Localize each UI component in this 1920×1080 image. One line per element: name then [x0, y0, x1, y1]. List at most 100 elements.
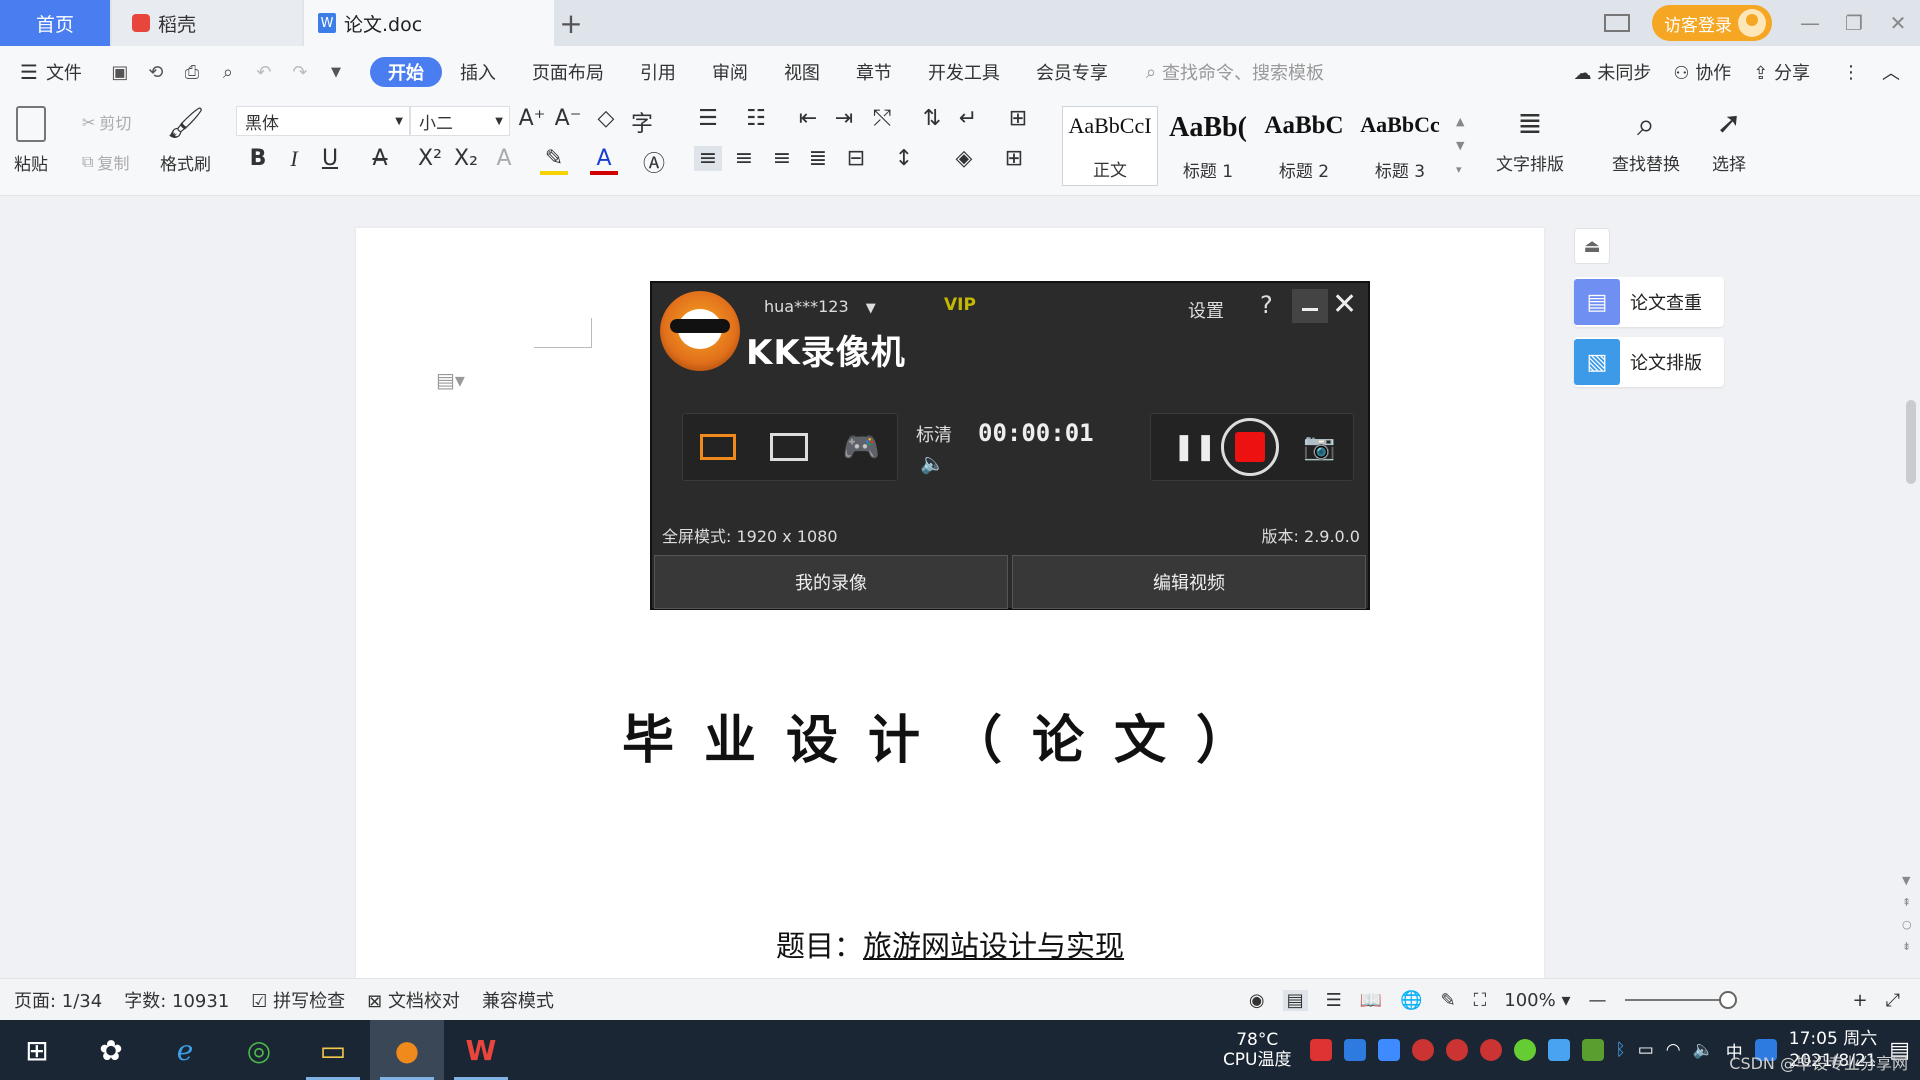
tab-document[interactable]: W 论文.doc: [304, 0, 554, 46]
side-panel-collapse-button[interactable]: ⏏: [1574, 228, 1610, 264]
camera-icon[interactable]: 📷: [1303, 432, 1335, 462]
align-center-icon[interactable]: ≡: [730, 146, 758, 171]
qq-tray-icon-2[interactable]: [1445, 1039, 1468, 1061]
kk-help-button[interactable]: ?: [1260, 291, 1273, 319]
game-mode-icon[interactable]: 🎮: [843, 430, 880, 465]
new-tab-button[interactable]: +: [556, 0, 586, 46]
vertical-scrollbar[interactable]: [1900, 196, 1920, 978]
align-left-icon[interactable]: ≡: [694, 146, 722, 171]
scrollbar-thumb[interactable]: [1906, 400, 1916, 484]
underline-icon[interactable]: U: [316, 146, 344, 171]
style-normal[interactable]: AaBbCcI 正文: [1062, 106, 1158, 186]
battery-icon[interactable]: ▭: [1638, 1040, 1654, 1060]
clear-format-icon[interactable]: ◇: [592, 106, 620, 131]
decrease-indent-icon[interactable]: ⇤: [794, 106, 822, 131]
char-border-icon[interactable]: Ⓐ: [640, 146, 668, 178]
cloud-tray-icon[interactable]: [1547, 1039, 1570, 1061]
chinese-layout-icon[interactable]: ⤲: [868, 106, 896, 131]
tab-daoke[interactable]: 稻壳: [112, 0, 302, 46]
guest-login-button[interactable]: 访客登录: [1652, 5, 1772, 41]
kk-settings-button[interactable]: 设置: [1188, 297, 1224, 323]
kk-recorder-taskbar-icon[interactable]: ●: [370, 1020, 444, 1080]
proofread-button[interactable]: ⊠ 文档校对: [367, 987, 460, 1013]
bullet-list-icon[interactable]: ☰: [694, 106, 722, 131]
italic-icon[interactable]: I: [280, 146, 308, 172]
menu-view[interactable]: 视图: [766, 57, 838, 87]
spell-check-button[interactable]: ☑ 拼写检查: [251, 987, 345, 1013]
web-view-icon[interactable]: 🌐: [1400, 990, 1422, 1011]
kk-user-account[interactable]: hua***123 ▼: [764, 297, 876, 316]
zoom-in-icon[interactable]: +: [1853, 990, 1868, 1011]
paragraph-options-icon[interactable]: ▤▾: [436, 368, 465, 392]
kk-edit-video-button[interactable]: 编辑视频: [1012, 555, 1366, 609]
ie-browser-icon[interactable]: ℯ: [148, 1020, 222, 1080]
kk-vip-badge[interactable]: VIP: [944, 295, 976, 315]
tab-home[interactable]: 首页: [0, 0, 110, 46]
line-spacing-icon[interactable]: ↕: [890, 146, 918, 171]
collaborate-button[interactable]: ⚇ 协作: [1673, 59, 1731, 85]
font-family-select[interactable]: 黑体 ▼: [236, 106, 410, 136]
style-heading-2[interactable]: AaBbC 标题 2: [1256, 106, 1352, 186]
menu-insert[interactable]: 插入: [442, 57, 514, 87]
fit-page-icon[interactable]: ⛶: [1474, 990, 1487, 1011]
font-size-select[interactable]: 小二 ▼: [410, 106, 510, 136]
cpu-temperature[interactable]: 78°C CPU温度: [1223, 1030, 1292, 1070]
layout-icon[interactable]: [1604, 14, 1630, 32]
kk-minimize-button[interactable]: [1292, 289, 1328, 323]
more-icon[interactable]: ⋮: [1842, 62, 1860, 83]
menu-review[interactable]: 审阅: [694, 57, 766, 87]
highlight-icon[interactable]: ✎: [540, 146, 568, 175]
wifi-icon[interactable]: ◠: [1666, 1040, 1681, 1060]
word-count[interactable]: 字数: 10931: [124, 987, 229, 1013]
bold-icon[interactable]: B: [244, 146, 272, 171]
page-indicator[interactable]: 页面: 1/34: [14, 987, 102, 1013]
text-effect-icon[interactable]: A: [490, 146, 518, 171]
font-color-icon[interactable]: A: [590, 146, 618, 175]
zoom-level[interactable]: 100% ▾: [1504, 990, 1570, 1011]
justify-icon[interactable]: ≣: [804, 146, 832, 171]
format-painter-button[interactable]: 🖌 格式刷: [160, 106, 211, 175]
command-search[interactable]: ⌕ 查找命令、搜索模板: [1146, 59, 1324, 85]
menu-references[interactable]: 引用: [622, 57, 694, 87]
distributed-icon[interactable]: ⊟: [842, 146, 870, 171]
minimize-window-button[interactable]: —: [1788, 0, 1832, 46]
align-right-icon[interactable]: ≡: [768, 146, 796, 171]
redo-icon[interactable]: ↷: [288, 60, 312, 84]
kk-stop-record-button[interactable]: [1221, 418, 1279, 476]
pinyin-icon[interactable]: 字: [628, 106, 656, 138]
nvidia-icon[interactable]: [1581, 1039, 1604, 1061]
fullscreen-mode-icon[interactable]: [700, 434, 737, 460]
kk-close-button[interactable]: ✕: [1332, 287, 1357, 322]
tab-ruler-icon[interactable]: ⊞: [1004, 106, 1032, 131]
close-window-button[interactable]: ✕: [1876, 0, 1920, 46]
zoom-out-icon[interactable]: —: [1589, 990, 1607, 1011]
styles-scroll-icon[interactable]: ▲ ▼ ▾: [1456, 110, 1464, 182]
360-browser-icon[interactable]: ◎: [222, 1020, 296, 1080]
green-app-tray-icon[interactable]: [1513, 1039, 1536, 1061]
qq-tray-icon-3[interactable]: [1479, 1039, 1502, 1061]
kk-quality-button[interactable]: 标清: [916, 421, 952, 447]
zoom-slider-knob[interactable]: [1718, 991, 1737, 1009]
grow-font-icon[interactable]: A⁺: [518, 106, 546, 131]
region-mode-icon[interactable]: [770, 433, 809, 461]
borders-icon[interactable]: ⊞: [1000, 146, 1028, 171]
file-menu[interactable]: ☰ 文件: [0, 59, 102, 85]
share-button[interactable]: ⇪ 分享: [1753, 59, 1810, 85]
strikethrough-icon[interactable]: A: [366, 146, 394, 171]
increase-indent-icon[interactable]: ⇥: [830, 106, 858, 131]
zoom-slider[interactable]: [1624, 991, 1737, 1009]
restore-window-button[interactable]: ❐: [1832, 0, 1876, 46]
menu-member[interactable]: 会员专享: [1018, 57, 1126, 87]
menu-start[interactable]: 开始: [369, 57, 442, 87]
writing-mode-icon[interactable]: ✎: [1441, 990, 1456, 1011]
windows-start-icon[interactable]: ⊞: [0, 1020, 74, 1080]
undo-icon[interactable]: ↶: [252, 60, 276, 84]
menu-page-layout[interactable]: 页面布局: [514, 57, 622, 87]
volume-icon[interactable]: 🔈: [1693, 1040, 1714, 1060]
outline-view-icon[interactable]: ☰: [1326, 990, 1342, 1011]
fan-app-icon[interactable]: ✿: [74, 1020, 148, 1080]
share-doc-icon[interactable]: ⟲: [144, 60, 168, 84]
menu-chapter[interactable]: 章节: [838, 57, 910, 87]
file-explorer-icon[interactable]: ▭: [296, 1020, 370, 1080]
wps-taskbar-icon[interactable]: W: [444, 1020, 518, 1080]
